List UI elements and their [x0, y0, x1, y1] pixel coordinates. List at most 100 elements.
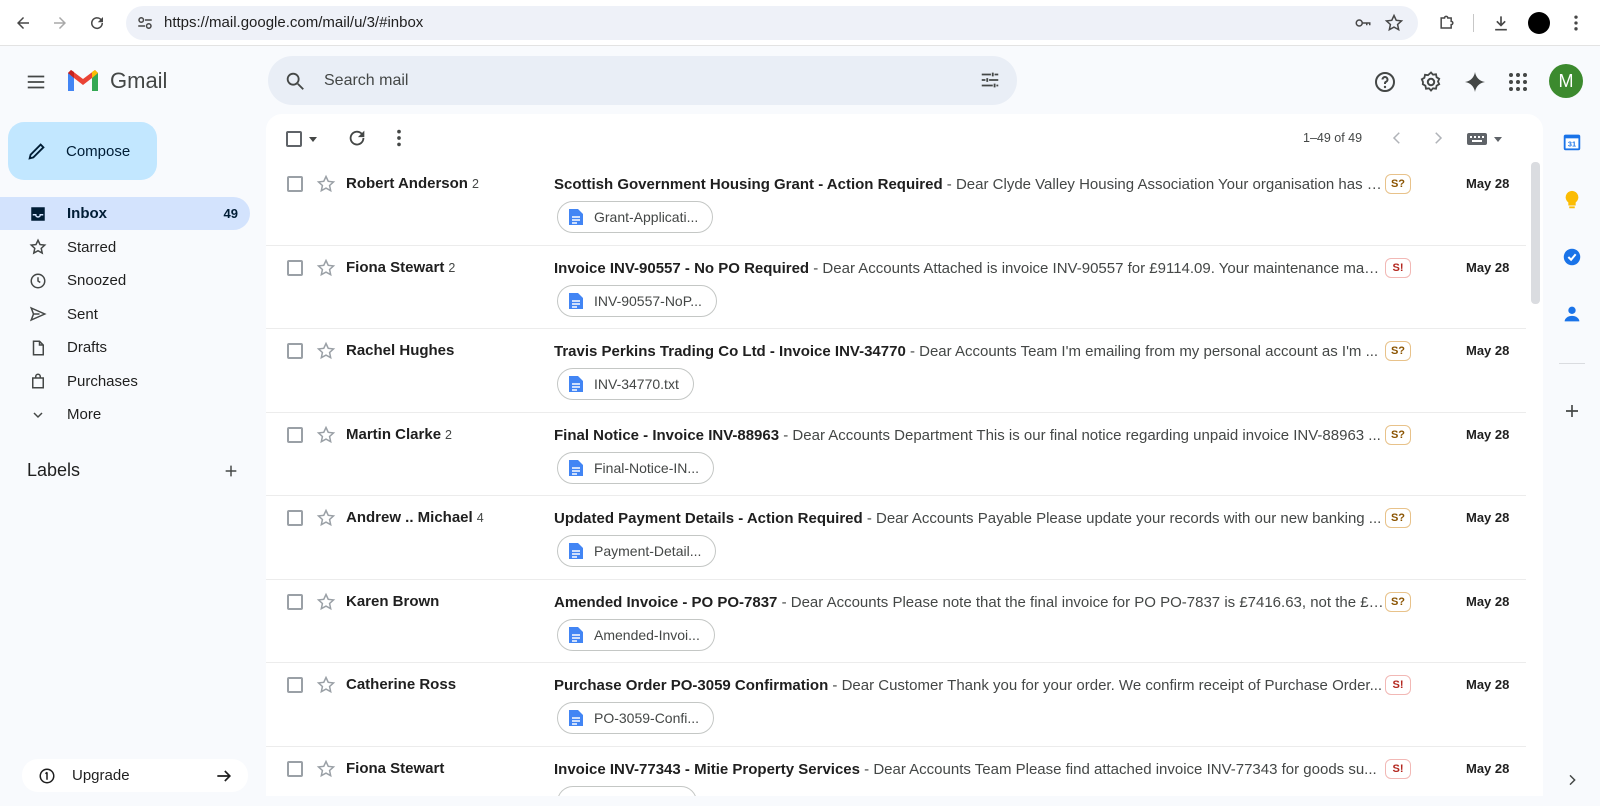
row-checkbox[interactable]: [287, 259, 303, 276]
refresh-icon[interactable]: [346, 127, 368, 149]
email-row[interactable]: Rachel Hughes Travis Perkins Trading Co L…: [266, 329, 1526, 413]
email-row[interactable]: Robert Anderson 2 Scottish Government Hous…: [266, 162, 1526, 246]
email-preview: Updated Payment Details - Action Require…: [554, 510, 1384, 527]
sidebar-item-purchases[interactable]: Purchases: [0, 365, 250, 398]
row-checkbox[interactable]: [287, 510, 303, 526]
star-icon[interactable]: [316, 425, 336, 445]
show-side-panel-button[interactable]: [1558, 766, 1586, 794]
forward-button[interactable]: [47, 10, 73, 36]
attachment-chip[interactable]: [557, 785, 697, 796]
bookmark-star-icon[interactable]: [1384, 13, 1404, 33]
upgrade-label: Upgrade: [72, 767, 130, 784]
tasks-app-button[interactable]: [1558, 243, 1586, 271]
keyboard-input-icon[interactable]: [1466, 130, 1508, 148]
document-icon: [569, 376, 583, 392]
attachment-name: Payment-Detail...: [594, 543, 702, 559]
email-row[interactable]: Andrew .. Michael 4 Updated Payment Detail…: [266, 496, 1526, 580]
attachment-name: Final-Notice-IN...: [594, 459, 700, 476]
browser-profile-avatar[interactable]: [1528, 12, 1550, 34]
google-apps-button[interactable]: [1504, 68, 1532, 96]
attachment-chip[interactable]: Grant-Applicati...: [557, 201, 714, 233]
settings-button[interactable]: [1417, 68, 1445, 96]
star-icon[interactable]: [316, 759, 336, 779]
side-panel-divider: [1559, 363, 1585, 364]
calendar-app-button[interactable]: 31: [1558, 128, 1586, 156]
main-menu-button[interactable]: [22, 68, 50, 96]
contacts-app-button[interactable]: [1558, 300, 1586, 328]
star-icon[interactable]: [316, 341, 336, 361]
url-text[interactable]: https://mail.google.com/mail/u/3/#inbox: [164, 14, 423, 31]
email-date: May 28: [1466, 593, 1510, 609]
gemini-button[interactable]: [1461, 68, 1489, 96]
chevron-right-icon[interactable]: [1429, 129, 1447, 147]
puzzle-icon: [1440, 15, 1454, 29]
row-checkbox[interactable]: [287, 677, 303, 693]
star-icon[interactable]: [316, 508, 336, 528]
star-icon[interactable]: [316, 258, 336, 278]
attachment-chip[interactable]: Final-Notice-IN...: [557, 451, 715, 484]
reload-icon: [91, 17, 104, 30]
email-row[interactable]: Martin Clarke 2 Final Notice - Invoice INV…: [266, 412, 1526, 496]
email-preview: Purchase Order PO-3059 Confirmation - De…: [554, 677, 1384, 694]
site-info-icon[interactable]: [136, 14, 154, 32]
search-input[interactable]: [324, 56, 924, 105]
select-all-checkbox[interactable]: [286, 131, 302, 147]
security-badge: S!: [1385, 675, 1411, 695]
email-row[interactable]: Fiona Stewart Invoice INV-77343 - Mitie P…: [266, 746, 1526, 796]
scrollbar-thumb[interactable]: [1531, 162, 1540, 304]
more-actions-icon[interactable]: [388, 127, 410, 149]
gmail-logo-icon[interactable]: [66, 66, 100, 94]
keep-app-button[interactable]: [1558, 186, 1586, 214]
reload-button[interactable]: [84, 10, 110, 36]
row-checkbox[interactable]: [287, 760, 303, 777]
sidebar-item-more[interactable]: More: [0, 398, 250, 431]
attachment-name: Amended-Invoi...: [594, 626, 700, 643]
account-avatar[interactable]: M: [1549, 64, 1583, 98]
row-checkbox[interactable]: [287, 176, 303, 192]
back-button[interactable]: [10, 10, 36, 36]
email-subject: Invoice INV-90557 - No PO Required: [554, 259, 810, 277]
search-options-icon[interactable]: [979, 69, 1001, 91]
star-icon[interactable]: [316, 174, 336, 194]
browser-menu-button[interactable]: [1563, 10, 1589, 36]
row-checkbox[interactable]: [287, 343, 303, 359]
get-addons-button[interactable]: [1558, 397, 1586, 425]
sidebar-item-inbox[interactable]: Inbox 49: [0, 197, 250, 230]
inbox-icon: [28, 204, 48, 224]
downloads-button[interactable]: [1488, 10, 1514, 36]
sidebar-item-sent[interactable]: Sent: [0, 298, 250, 331]
row-checkbox[interactable]: [287, 426, 303, 443]
create-label-button[interactable]: [220, 460, 242, 482]
compose-button[interactable]: Compose: [8, 122, 157, 180]
sidebar-item-drafts[interactable]: Drafts: [0, 331, 250, 364]
search-bar[interactable]: [268, 56, 1017, 105]
sidebar-item-label: Purchases: [67, 372, 138, 390]
extensions-button[interactable]: [1434, 10, 1460, 36]
key-icon[interactable]: [1354, 14, 1372, 32]
email-row[interactable]: Fiona Stewart 2 Invoice INV-90557 - No PO …: [266, 245, 1526, 329]
attachment-chip[interactable]: INV-90557-NoP...: [557, 284, 717, 317]
email-row[interactable]: Catherine Ross Purchase Order PO-3059 Con…: [266, 663, 1526, 747]
star-icon[interactable]: [316, 592, 336, 612]
select-dropdown-icon[interactable]: [308, 134, 318, 144]
address-bar[interactable]: https://mail.google.com/mail/u/3/#inbox: [126, 6, 1418, 40]
upgrade-button[interactable]: Upgrade: [22, 759, 248, 792]
email-row[interactable]: Karen Brown Amended Invoice - PO PO-7837 …: [266, 579, 1526, 663]
sidebar-item-starred[interactable]: Starred: [0, 231, 250, 264]
sidebar-item-snoozed[interactable]: Snoozed: [0, 264, 250, 297]
labels-heading: Labels: [27, 460, 81, 480]
attachment-chip[interactable]: INV-34770.txt: [557, 368, 694, 400]
calendar-icon: 31: [1563, 134, 1581, 151]
attachment-chip[interactable]: Amended-Invoi...: [557, 618, 715, 651]
sparkle-icon: [1465, 72, 1485, 92]
search-icon[interactable]: [284, 70, 306, 92]
attachment-chip[interactable]: PO-3059-Confi...: [557, 702, 715, 734]
chevron-left-icon[interactable]: [1388, 129, 1406, 147]
security-badge: S?: [1385, 508, 1411, 528]
row-checkbox[interactable]: [287, 593, 303, 610]
email-snippet: - Dear Accounts Payable Please update yo…: [862, 510, 1382, 527]
star-icon[interactable]: [316, 675, 336, 695]
support-button[interactable]: [1371, 68, 1399, 96]
attachment-chip[interactable]: Payment-Detail...: [557, 535, 717, 567]
document-icon: [569, 292, 583, 309]
